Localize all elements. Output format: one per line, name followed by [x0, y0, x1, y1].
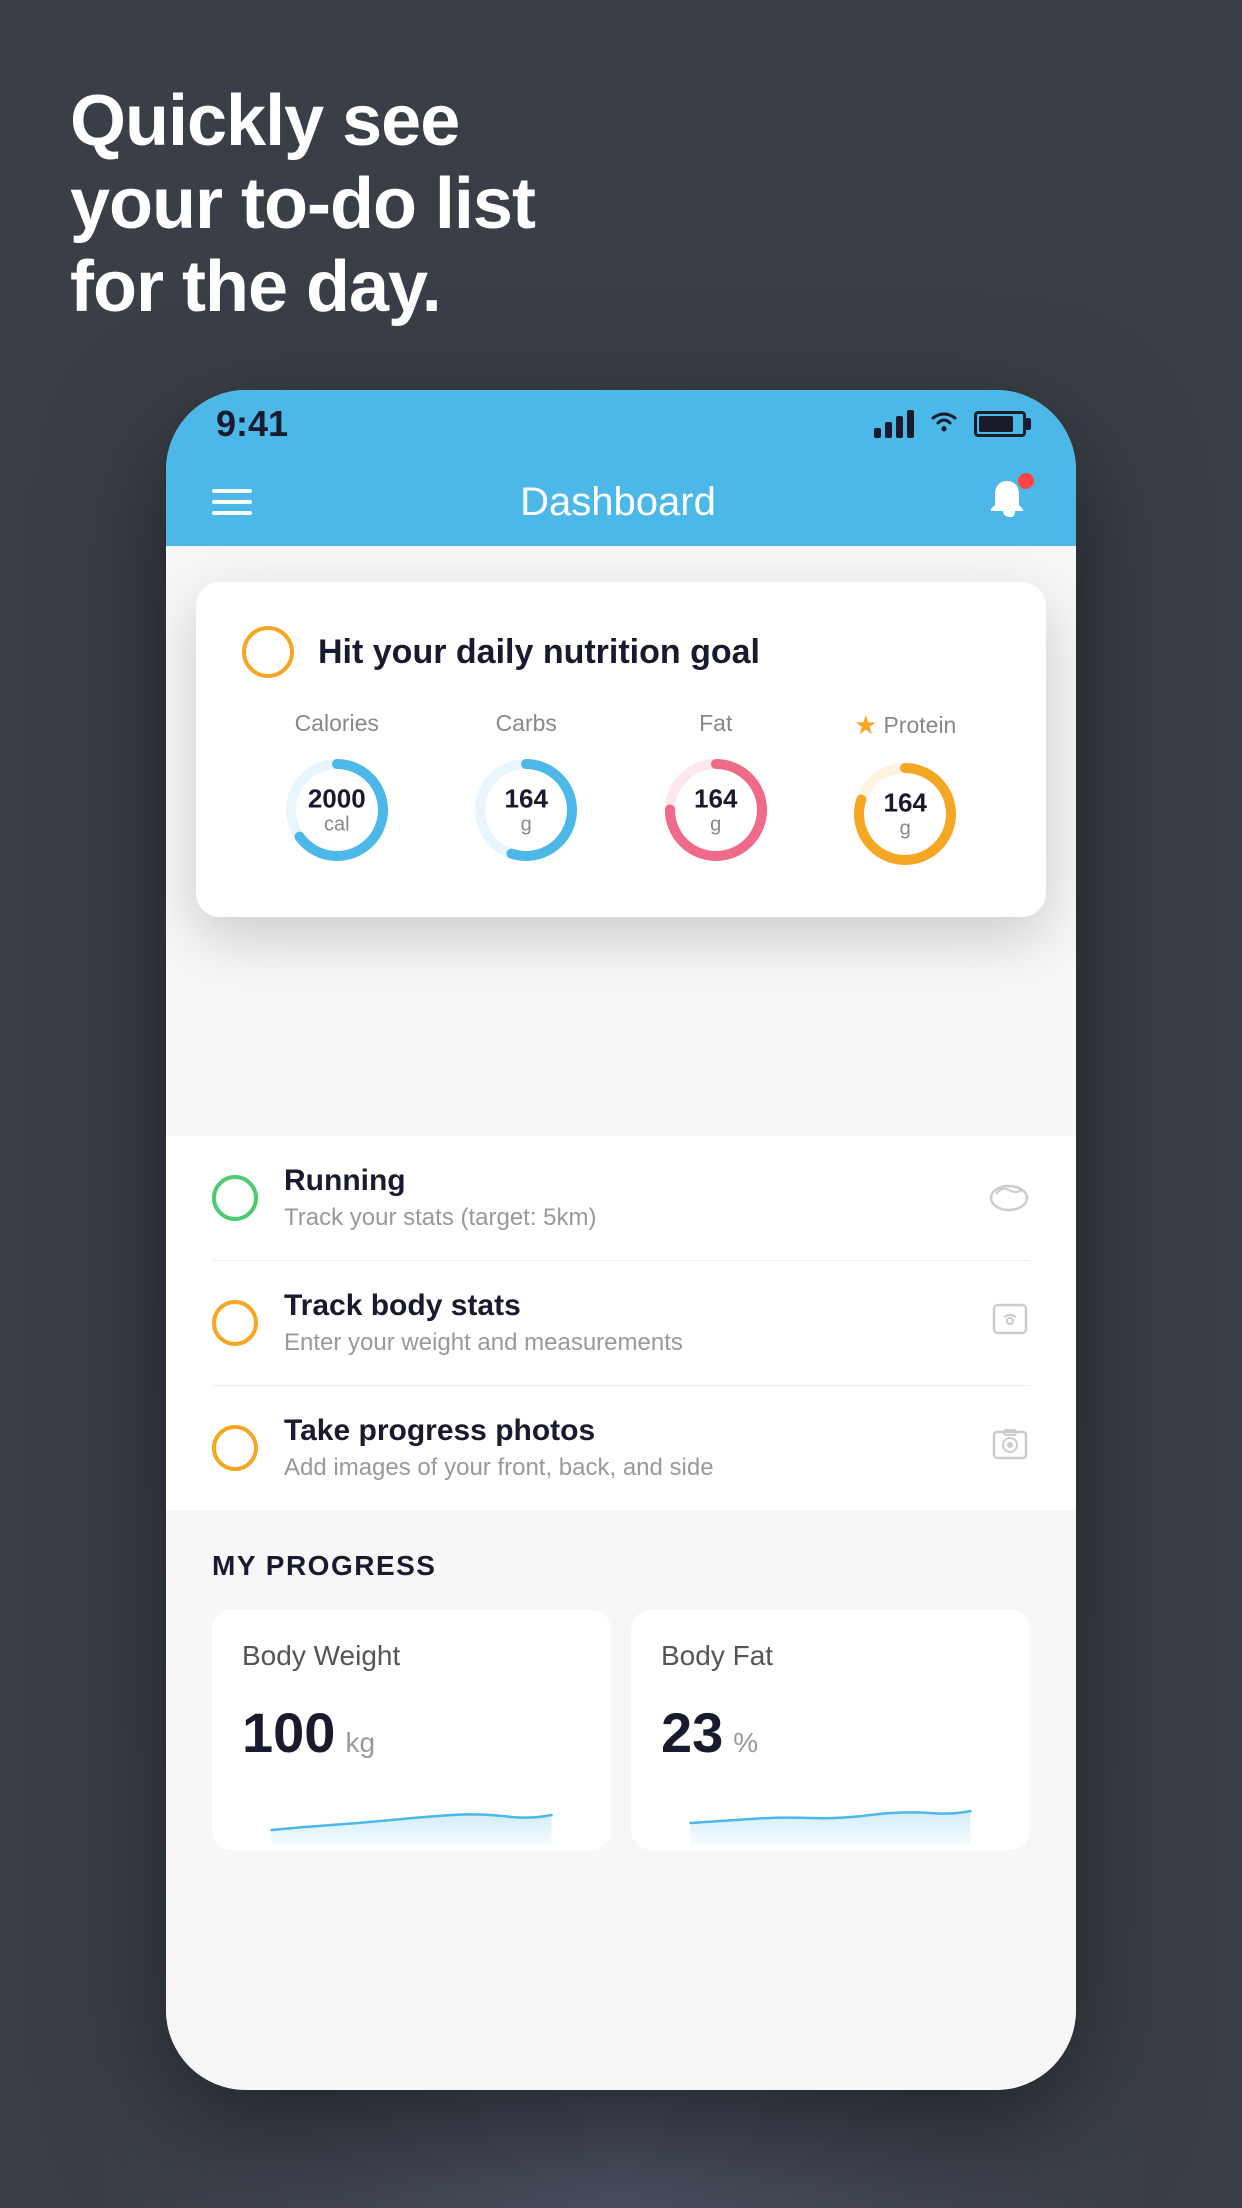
todo-subtitle-bodystats: Enter your weight and measurements — [284, 1329, 964, 1357]
phone-content: THINGS TO DO TODAY Hit your daily nutrit… — [166, 546, 1076, 2090]
notification-badge — [1018, 473, 1034, 489]
nutrition-item-calories: Calories 2000 cal — [278, 710, 396, 869]
fat-donut: 164 g — [657, 751, 775, 869]
todo-item-bodystats[interactable]: Track body stats Enter your weight and m… — [212, 1261, 1030, 1386]
calories-donut: 2000 cal — [278, 751, 396, 869]
nutrition-item-protein: ★ Protein 164 g — [846, 710, 964, 873]
nutrition-card-title: Hit your daily nutrition goal — [318, 633, 760, 672]
fat-value: 164 — [694, 785, 737, 814]
calories-value: 2000 — [308, 785, 366, 814]
star-icon: ★ — [854, 710, 877, 741]
todo-list-area: Running Track your stats (target: 5km) — [166, 1136, 1076, 1850]
protein-donut: 164 g — [846, 755, 964, 873]
weight-card-title: Body Weight — [242, 1640, 581, 1672]
protein-label: ★ Protein — [854, 710, 956, 741]
progress-cards: Body Weight 100 kg — [212, 1610, 1030, 1850]
progress-heading: MY PROGRESS — [212, 1550, 1030, 1582]
todo-circle-running — [212, 1175, 258, 1221]
calories-label: Calories — [295, 710, 379, 737]
photo-icon — [990, 1426, 1030, 1470]
fat-value-display: 23 — [661, 1700, 723, 1765]
nutrition-item-fat: Fat 164 g — [657, 710, 775, 869]
todo-list: Running Track your stats (target: 5km) — [166, 1136, 1076, 1510]
todo-item-running[interactable]: Running Track your stats (target: 5km) — [212, 1136, 1030, 1261]
fat-unit: g — [694, 813, 737, 835]
headline-line1: Quickly see — [70, 80, 535, 163]
fat-unit-display: % — [733, 1727, 758, 1759]
carbs-unit: g — [505, 813, 548, 835]
status-icons — [874, 408, 1026, 441]
running-icon — [988, 1176, 1030, 1220]
weight-sparkline — [242, 1785, 581, 1845]
progress-card-weight: Body Weight 100 kg — [212, 1610, 611, 1850]
carbs-label: Carbs — [496, 710, 557, 737]
todo-item-photos[interactable]: Take progress photos Add images of your … — [212, 1386, 1030, 1510]
progress-card-fat: Body Fat 23 % — [631, 1610, 1030, 1850]
todo-circle-bodystats — [212, 1300, 258, 1346]
status-time: 9:41 — [216, 403, 288, 445]
carbs-value: 164 — [505, 785, 548, 814]
nutrition-card: Hit your daily nutrition goal Calories 2… — [196, 582, 1046, 917]
carbs-donut: 164 g — [467, 751, 585, 869]
headline-line3: for the day. — [70, 246, 535, 329]
signal-icon — [874, 410, 914, 438]
hamburger-menu-button[interactable] — [212, 489, 252, 515]
weight-unit: kg — [345, 1727, 375, 1759]
todo-circle-photos — [212, 1425, 258, 1471]
todo-text-running: Running Track your stats (target: 5km) — [284, 1164, 962, 1232]
headline: Quickly see your to-do list for the day. — [70, 80, 535, 328]
fat-label: Fat — [699, 710, 732, 737]
todo-text-bodystats: Track body stats Enter your weight and m… — [284, 1289, 964, 1357]
scale-icon — [990, 1301, 1030, 1345]
protein-value: 164 — [884, 789, 927, 818]
todo-title-photos: Take progress photos — [284, 1414, 964, 1448]
app-header: Dashboard — [166, 458, 1076, 546]
headline-line2: your to-do list — [70, 163, 535, 246]
protein-unit: g — [884, 817, 927, 839]
status-bar: 9:41 — [166, 390, 1076, 458]
nutrition-item-carbs: Carbs 164 g — [467, 710, 585, 869]
phone-frame: 9:41 — [166, 390, 1076, 2090]
weight-value-row: 100 kg — [242, 1700, 581, 1765]
fat-value-row: 23 % — [661, 1700, 1000, 1765]
todo-text-photos: Take progress photos Add images of your … — [284, 1414, 964, 1482]
battery-icon — [974, 411, 1026, 437]
notification-button[interactable] — [984, 477, 1030, 528]
nutrition-circles: Calories 2000 cal Carbs — [242, 710, 1000, 873]
app-title: Dashboard — [520, 480, 716, 525]
todo-title-bodystats: Track body stats — [284, 1289, 964, 1323]
fat-sparkline — [661, 1785, 1000, 1845]
todo-title-running: Running — [284, 1164, 962, 1198]
calories-unit: cal — [308, 813, 366, 835]
weight-value: 100 — [242, 1700, 335, 1765]
nutrition-check-circle[interactable] — [242, 626, 294, 678]
fat-card-title: Body Fat — [661, 1640, 1000, 1672]
progress-section: MY PROGRESS Body Weight 100 kg — [166, 1510, 1076, 1850]
todo-subtitle-photos: Add images of your front, back, and side — [284, 1454, 964, 1482]
wifi-icon — [928, 408, 960, 441]
todo-subtitle-running: Track your stats (target: 5km) — [284, 1204, 962, 1232]
